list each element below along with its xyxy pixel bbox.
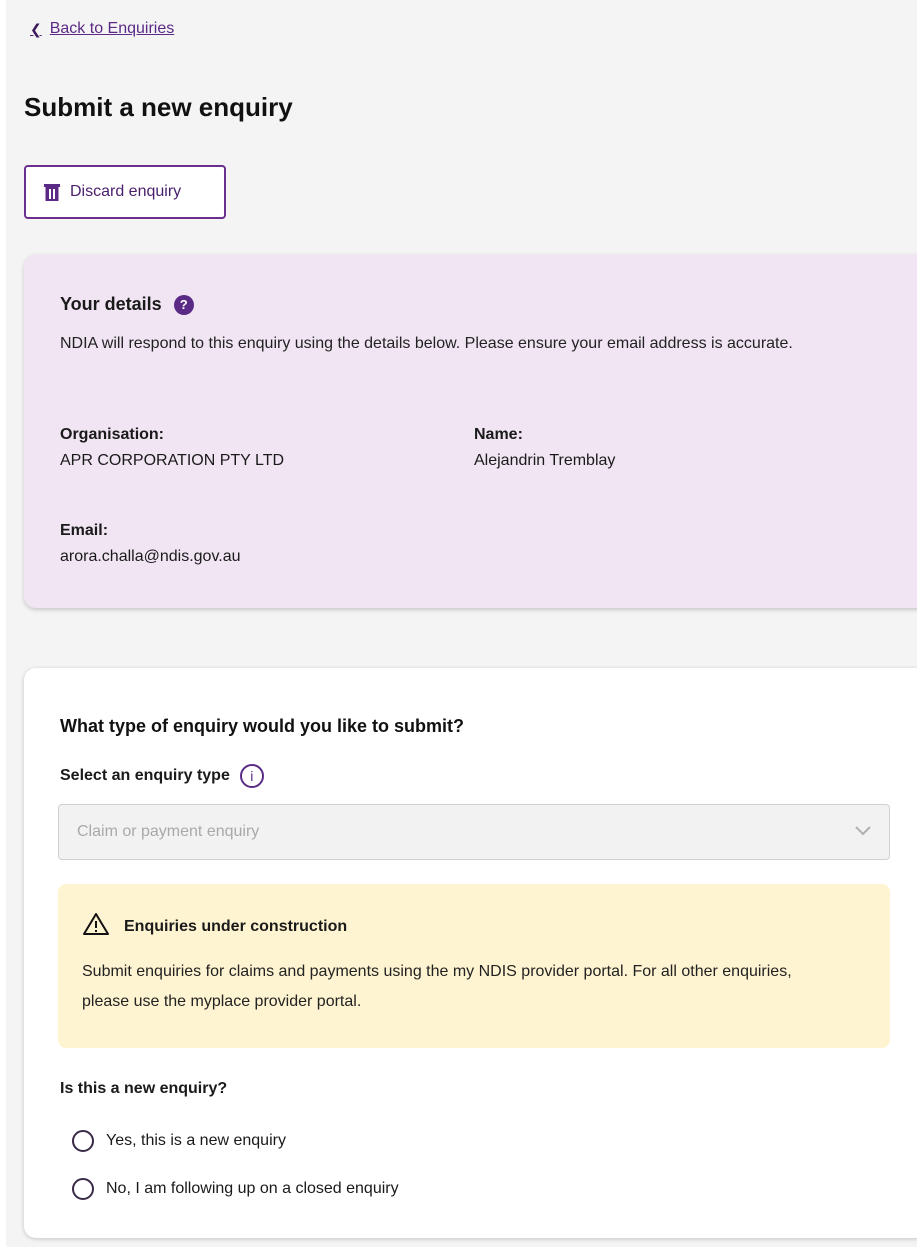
your-details-card: Your details ? NDIA will respond to this…: [24, 254, 917, 608]
info-icon[interactable]: i: [239, 764, 264, 788]
chevron-down-icon: [855, 823, 871, 841]
page-left-edge: [0, 0, 6, 1247]
your-details-heading: Your details ?: [60, 294, 898, 315]
back-link-label: Back to Enquiries: [49, 20, 175, 37]
details-intro-text: NDIA will respond to this enquiry using …: [60, 335, 793, 352]
email-field: Email: arora.challa@ndis.gov.au: [60, 522, 241, 566]
radio-follow-up-enquiry[interactable]: No, I am following up on a closed enquir…: [72, 1178, 399, 1200]
radio-label: No, I am following up on a closed enquir…: [106, 1180, 399, 1197]
trash-icon: [44, 183, 60, 201]
enquiry-type-select-value: Claim or payment enquiry: [77, 823, 260, 840]
your-details-title: Your details: [60, 294, 162, 314]
name-value: Alejandrin Tremblay: [474, 452, 616, 469]
organisation-value: APR CORPORATION PTY LTD: [60, 452, 285, 469]
discard-button-label: Discard enquiry: [70, 183, 182, 200]
warning-text: Submit enquiries for claims and payments…: [82, 963, 792, 1010]
enquiry-type-card: What type of enquiry would you like to s…: [24, 668, 917, 1238]
name-label: Name:: [474, 426, 523, 443]
radio-circle[interactable]: [72, 1130, 94, 1152]
organisation-label: Organisation:: [60, 426, 165, 443]
organisation-field: Organisation: APR CORPORATION PTY LTD: [60, 426, 284, 470]
help-icon[interactable]: ?: [173, 294, 194, 315]
radio-circle[interactable]: [72, 1178, 94, 1200]
chevron-left-icon: ❮: [30, 20, 42, 37]
email-value: arora.challa@ndis.gov.au: [60, 548, 241, 565]
back-to-enquiries-link[interactable]: ❮ Back to Enquiries: [30, 20, 174, 38]
discard-enquiry-button[interactable]: Discard enquiry: [24, 165, 226, 219]
enquiry-type-question: What type of enquiry would you like to s…: [60, 716, 465, 736]
enquiry-type-select[interactable]: Claim or payment enquiry: [58, 804, 890, 860]
new-enquiry-question: Is this a new enquiry?: [60, 1080, 228, 1097]
select-enquiry-type-label: Select an enquiry type i: [60, 764, 264, 788]
under-construction-warning: Enquiries under construction Submit enqu…: [58, 884, 890, 1048]
select-label-text: Select an enquiry type: [60, 767, 230, 784]
radio-label: Yes, this is a new enquiry: [106, 1132, 286, 1149]
email-label: Email:: [60, 522, 109, 539]
warning-triangle-icon: [82, 912, 110, 941]
page-title: Submit a new enquiry: [24, 92, 293, 122]
name-field: Name: Alejandrin Tremblay: [474, 426, 615, 470]
radio-new-enquiry[interactable]: Yes, this is a new enquiry: [72, 1130, 286, 1152]
warning-heading: Enquiries under construction: [82, 912, 866, 941]
warning-title: Enquiries under construction: [124, 917, 348, 935]
